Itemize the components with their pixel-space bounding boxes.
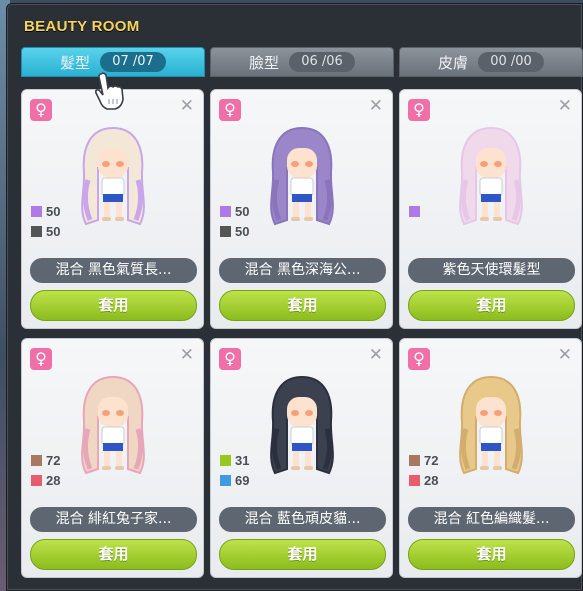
color-swatch xyxy=(220,454,231,466)
mix-ratio-row: 72 xyxy=(31,450,60,470)
female-icon: ♀ xyxy=(408,348,430,370)
window-title: BEAUTY ROOM xyxy=(24,18,140,35)
apply-button[interactable]: 套用 xyxy=(219,290,386,321)
style-name: 混合 藍色頑皮貓... xyxy=(219,507,386,532)
tab-face[interactable]: 臉型 06 /06 xyxy=(210,47,394,77)
mix-ratio-row: 50 xyxy=(220,201,249,221)
mix-ratio-row: 28 xyxy=(31,470,60,490)
mix-ratio-row: 50 xyxy=(31,221,60,241)
mix-value: 50 xyxy=(46,223,61,239)
close-icon[interactable]: ✕ xyxy=(369,96,383,116)
color-swatch xyxy=(409,205,420,217)
mix-ratio-row: 50 xyxy=(220,221,249,241)
character-avatar xyxy=(81,126,145,226)
mix-value: 28 xyxy=(424,472,439,488)
apply-button[interactable]: 套用 xyxy=(219,539,386,570)
tab-hair-label: 髮型 xyxy=(59,53,90,72)
mix-value: 31 xyxy=(235,452,250,468)
hand-cursor-icon xyxy=(95,72,124,110)
tab-skin-label: 皮膚 xyxy=(437,53,468,72)
style-name: 混合 黑色氣質長... xyxy=(30,258,197,283)
mix-value: 72 xyxy=(424,452,439,468)
female-icon: ♀ xyxy=(30,348,52,370)
mix-value: 28 xyxy=(46,472,61,488)
color-swatch xyxy=(31,225,42,237)
female-icon: ♀ xyxy=(408,99,430,121)
apply-button[interactable]: 套用 xyxy=(408,290,575,321)
close-icon[interactable]: ✕ xyxy=(180,96,194,116)
female-icon: ♀ xyxy=(219,99,241,121)
mix-ratio-row xyxy=(409,201,424,221)
color-swatch xyxy=(31,474,42,486)
character-avatar xyxy=(459,126,523,226)
color-swatch xyxy=(220,225,231,237)
mix-value: 72 xyxy=(46,452,61,468)
character-avatar xyxy=(270,126,334,226)
mix-ratio xyxy=(409,201,424,221)
mix-value: 50 xyxy=(235,203,250,219)
tab-skin[interactable]: 皮膚 00 /00 xyxy=(399,47,583,77)
apply-button[interactable]: 套用 xyxy=(408,539,575,570)
mix-value: 50 xyxy=(46,203,61,219)
style-card: ♀ ✕ 紫色天使環髮型 套用 xyxy=(399,89,582,329)
mix-ratio: 50 50 xyxy=(31,201,60,241)
style-name: 混合 紅色編織髮... xyxy=(408,507,575,532)
tab-hair-count: 07 /07 xyxy=(100,52,166,72)
character-avatar xyxy=(270,375,334,475)
tab-face-label: 臉型 xyxy=(248,53,279,72)
mix-ratio: 72 28 xyxy=(31,450,60,490)
apply-button[interactable]: 套用 xyxy=(30,539,197,570)
close-icon[interactable]: ✕ xyxy=(369,345,383,365)
mix-value: 50 xyxy=(235,223,250,239)
style-name: 混合 黑色深海公... xyxy=(219,258,386,283)
color-swatch xyxy=(220,474,231,486)
color-swatch xyxy=(409,454,420,466)
mix-ratio: 72 28 xyxy=(409,450,438,490)
mix-ratio-row: 31 xyxy=(220,450,249,470)
style-card: ♀ ✕ 50 50 xyxy=(21,89,204,329)
mix-ratio-row: 69 xyxy=(220,470,249,490)
apply-button[interactable]: 套用 xyxy=(30,290,197,321)
close-icon[interactable]: ✕ xyxy=(558,96,572,116)
color-swatch xyxy=(31,454,42,466)
style-card: ♀ ✕ 31 69 混合 藍色頑皮貓... 套用 xyxy=(210,338,393,578)
mix-ratio: 50 50 xyxy=(220,201,249,241)
tab-face-count: 06 /06 xyxy=(289,52,355,72)
style-name: 紫色天使環髮型 xyxy=(408,258,575,283)
mix-value: 69 xyxy=(235,472,250,488)
tab-skin-count: 00 /00 xyxy=(478,52,544,72)
female-icon: ♀ xyxy=(30,99,52,121)
style-name: 混合 緋紅兔子家... xyxy=(30,507,197,532)
female-icon: ♀ xyxy=(219,348,241,370)
close-icon[interactable]: ✕ xyxy=(558,345,572,365)
color-swatch xyxy=(220,205,231,217)
mix-ratio-row: 50 xyxy=(31,201,60,221)
style-card: ♀ ✕ 50 50 xyxy=(210,89,393,329)
close-icon[interactable]: ✕ xyxy=(180,345,194,365)
style-card: ♀ ✕ 72 28 xyxy=(399,338,582,578)
character-avatar xyxy=(81,375,145,475)
style-card: ♀ ✕ 72 28 xyxy=(21,338,204,578)
mix-ratio: 31 69 xyxy=(220,450,249,490)
mix-ratio-row: 28 xyxy=(409,470,438,490)
mix-ratio-row: 72 xyxy=(409,450,438,470)
color-swatch xyxy=(31,205,42,217)
character-avatar xyxy=(459,375,523,475)
color-swatch xyxy=(409,474,420,486)
